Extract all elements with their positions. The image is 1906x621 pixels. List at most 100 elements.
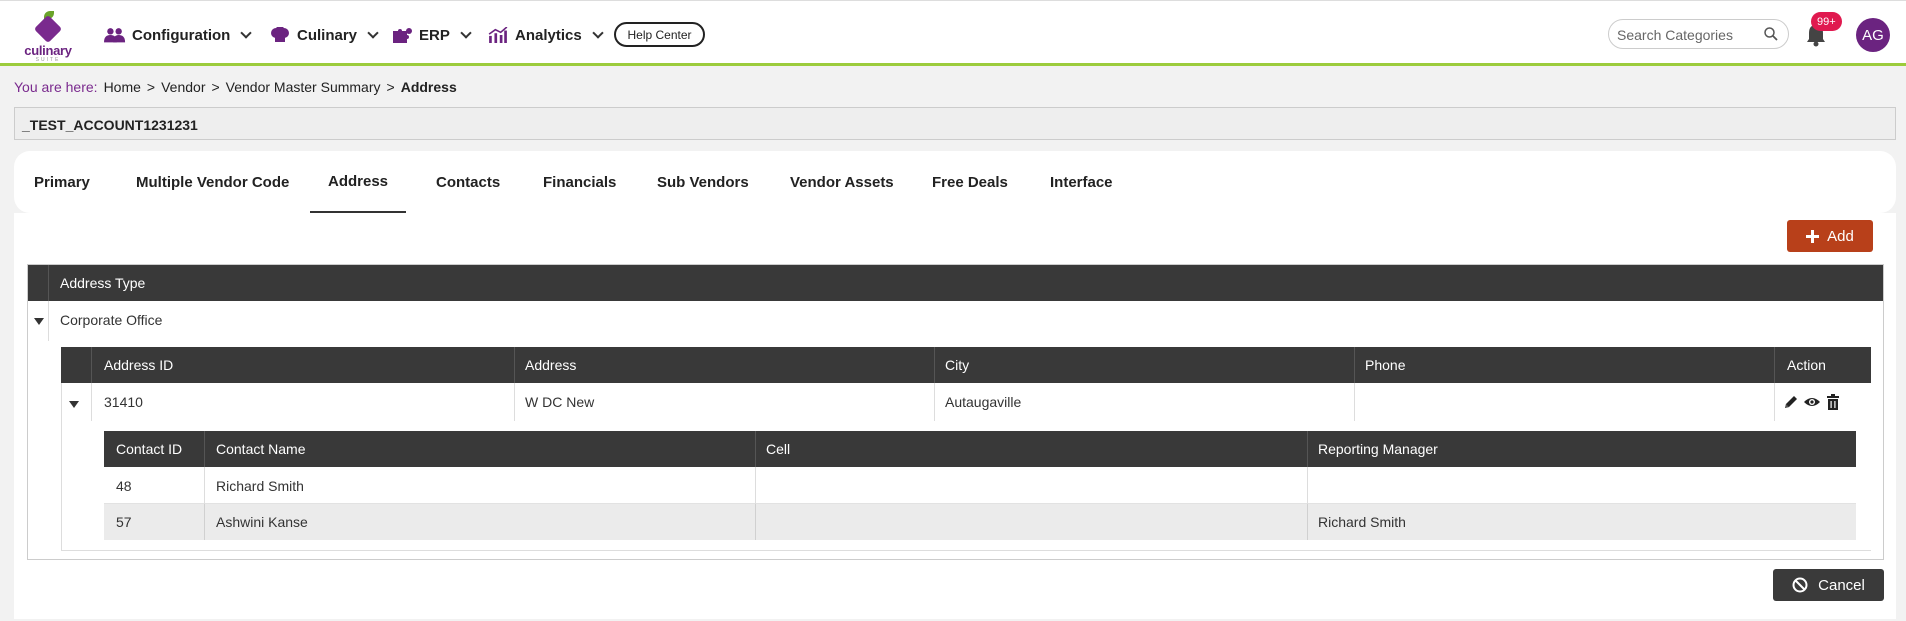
chef-hat-icon: [271, 27, 289, 42]
header-divider: [934, 347, 935, 383]
add-button-label: Add: [1827, 227, 1854, 245]
header-divider: [48, 265, 49, 301]
breadcrumb-vendor-master-summary[interactable]: Vendor Master Summary: [226, 79, 381, 95]
row-divider: [48, 301, 49, 341]
col-reporting-manager[interactable]: Reporting Manager: [1318, 441, 1438, 457]
nav-configuration[interactable]: Configuration: [104, 25, 252, 45]
user-avatar[interactable]: AG: [1856, 18, 1890, 52]
tab-contacts[interactable]: Contacts: [436, 151, 500, 213]
cancel-button[interactable]: Cancel: [1773, 569, 1884, 601]
contacts-table-header: Contact ID Contact Name Cell Reporting M…: [104, 431, 1856, 467]
breadcrumb-vendor[interactable]: Vendor: [161, 79, 205, 95]
breadcrumb-separator: >: [211, 79, 220, 95]
breadcrumb: You are here: Home > Vendor > Vendor Mas…: [14, 79, 457, 95]
help-center-button[interactable]: Help Center: [614, 22, 705, 47]
chevron-down-icon: [367, 26, 379, 39]
logo-diamond-icon: [33, 14, 63, 44]
tab-sub-vendors[interactable]: Sub Vendors: [657, 151, 749, 213]
contact-name-cell: Ashwini Kanse: [216, 514, 308, 530]
notification-badge: 99+: [1811, 12, 1842, 31]
expand-caret-icon[interactable]: [69, 401, 79, 408]
users-icon: [104, 28, 126, 43]
edit-pencil-icon[interactable]: [1782, 393, 1800, 411]
col-address-id[interactable]: Address ID: [104, 357, 173, 373]
col-action: Action: [1787, 357, 1826, 373]
logo-text: culinary: [24, 43, 72, 58]
breadcrumb-prefix: You are here:: [14, 79, 98, 95]
breadcrumb-separator: >: [386, 79, 395, 95]
contact-id-cell: 48: [116, 477, 132, 494]
tab-primary[interactable]: Primary: [34, 151, 90, 213]
header-divider: [1307, 431, 1308, 467]
address-table-header: Address ID Address City Phone Action: [61, 347, 1871, 383]
tab-address[interactable]: Address: [310, 151, 406, 213]
address-grid: Address Type Corporate Office Address ID…: [27, 264, 1884, 560]
nested-border: [61, 383, 62, 551]
chevron-down-icon: [460, 26, 472, 39]
cancel-button-label: Cancel: [1818, 576, 1865, 594]
row-divider: [204, 467, 205, 504]
tab-interface[interactable]: Interface: [1050, 151, 1113, 213]
nav-configuration-label: Configuration: [132, 26, 231, 44]
header-divider: [91, 347, 92, 383]
nav-analytics-label: Analytics: [515, 26, 582, 44]
header-divider: [755, 431, 756, 467]
delete-trash-icon[interactable]: [1824, 393, 1842, 411]
plus-icon: [1806, 229, 1820, 243]
address-cell: W DC New: [525, 394, 595, 410]
logo-subtext: SUITE: [35, 57, 61, 63]
table-row: 57 Ashwini Kanse Richard Smith: [104, 504, 1856, 540]
group-header-address-type[interactable]: Address Type: [60, 275, 145, 291]
tab-financials[interactable]: Financials: [543, 151, 616, 213]
nav-erp[interactable]: ERP: [391, 25, 472, 45]
top-navbar: culinary SUITE Configuration Culinary ER…: [0, 0, 1906, 66]
nav-culinary-label: Culinary: [297, 26, 358, 44]
row-divider: [1307, 504, 1308, 540]
header-divider: [1774, 347, 1775, 383]
row-divider: [91, 383, 92, 421]
breadcrumb-current: Address: [400, 79, 457, 95]
search-icon[interactable]: [1764, 27, 1778, 41]
account-name-bar: _TEST_ACCOUNT1231231: [14, 107, 1896, 140]
header-divider: [204, 431, 205, 467]
row-divider: [934, 383, 935, 421]
reporting-manager-cell: Richard Smith: [1318, 514, 1406, 530]
tab-free-deals[interactable]: Free Deals: [932, 151, 1008, 213]
col-phone[interactable]: Phone: [1365, 357, 1405, 373]
row-divider: [1774, 383, 1775, 421]
row-divider: [1307, 467, 1308, 504]
col-contact-name[interactable]: Contact Name: [216, 441, 305, 457]
col-city[interactable]: City: [945, 357, 969, 373]
chevron-down-icon: [240, 26, 252, 39]
nested-border: [61, 550, 1871, 551]
nav-erp-label: ERP: [419, 26, 450, 44]
analytics-icon: [488, 27, 508, 43]
breadcrumb-home[interactable]: Home: [104, 79, 141, 95]
add-button[interactable]: Add: [1787, 220, 1873, 252]
table-row: 48 Richard Smith: [104, 467, 1856, 504]
row-divider: [755, 467, 756, 504]
row-divider: [204, 504, 205, 540]
ban-icon: [1792, 577, 1808, 593]
tab-bar: Primary Multiple Vendor Code Address Con…: [14, 151, 1896, 213]
search-input[interactable]: [1617, 25, 1757, 45]
row-divider: [1354, 383, 1355, 421]
breadcrumb-separator: >: [146, 79, 156, 95]
nav-analytics[interactable]: Analytics: [487, 25, 604, 45]
puzzle-icon: [393, 28, 412, 43]
tab-multiple-vendor-code[interactable]: Multiple Vendor Code: [136, 151, 289, 213]
collapse-caret-icon[interactable]: [34, 318, 44, 325]
search-categories: [1608, 19, 1789, 49]
view-eye-icon[interactable]: [1803, 393, 1821, 411]
header-divider: [514, 347, 515, 383]
col-cell[interactable]: Cell: [766, 441, 790, 457]
row-divider: [755, 504, 756, 540]
tab-vendor-assets[interactable]: Vendor Assets: [790, 151, 894, 213]
col-contact-id[interactable]: Contact ID: [116, 441, 182, 457]
col-address[interactable]: Address: [525, 357, 576, 373]
group-value-corporate-office: Corporate Office: [60, 312, 163, 328]
nav-culinary[interactable]: Culinary: [269, 25, 379, 45]
address-id-cell: 31410: [104, 394, 143, 410]
header-divider: [1354, 347, 1355, 383]
app-logo[interactable]: culinary SUITE: [20, 9, 76, 63]
